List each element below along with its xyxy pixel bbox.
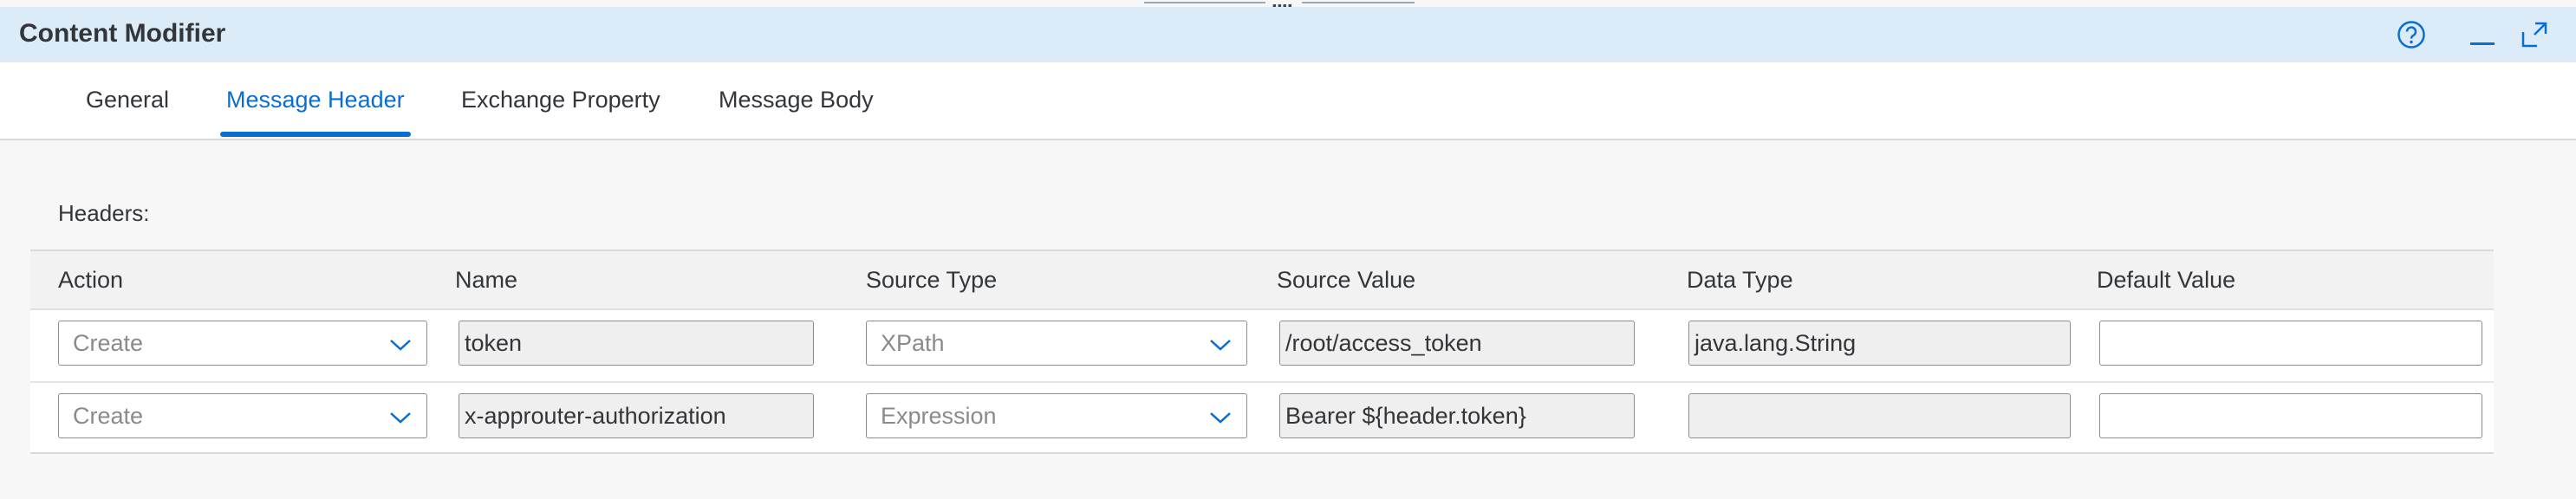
minimize-icon[interactable] [2467, 19, 2498, 50]
source-type-select[interactable]: XPath [866, 321, 1247, 366]
tab-exchange-property[interactable]: Exchange Property [461, 87, 660, 113]
help-icon[interactable] [2396, 19, 2427, 50]
name-field-value: token [465, 329, 523, 356]
tab-message-header[interactable]: Message Header [226, 87, 405, 113]
source-value-field-value: Bearer ${header.token} [1285, 402, 1526, 429]
column-header-default-value: Default Value [2097, 267, 2236, 293]
data-type-field[interactable] [1688, 393, 2071, 438]
panel-resize-handle[interactable]: ▪▪▪▪ [1144, 0, 1421, 12]
column-header-source-value: Source Value [1277, 267, 1416, 293]
panel-header: Content Modifier [0, 7, 2576, 62]
chevron-down-icon[interactable] [1208, 406, 1233, 433]
name-field[interactable]: token [459, 321, 814, 366]
source-value-field[interactable]: Bearer ${header.token} [1279, 393, 1635, 438]
column-header-name: Name [455, 267, 518, 293]
column-header-source-type: Source Type [866, 267, 998, 293]
data-type-field[interactable]: java.lang.String [1688, 321, 2071, 366]
table-row: Create x-approuter-authorization Express… [30, 383, 2494, 454]
handle-line-right [1302, 2, 1415, 3]
chevron-down-icon[interactable] [388, 334, 413, 360]
chevron-down-icon[interactable] [1208, 334, 1233, 360]
default-value-field[interactable] [2099, 393, 2482, 438]
name-field[interactable]: x-approuter-authorization [459, 393, 814, 438]
default-value-field[interactable] [2099, 321, 2482, 366]
headers-label: Headers: [58, 200, 150, 226]
source-value-field-value: /root/access_token [1285, 329, 1482, 356]
chevron-down-icon[interactable] [388, 406, 413, 433]
column-header-data-type: Data Type [1687, 267, 1793, 293]
handle-line-left [1144, 2, 1265, 3]
column-header-action: Action [58, 267, 124, 293]
tab-bar: General Message Header Exchange Property… [0, 62, 2576, 140]
action-select-value: Create [73, 402, 144, 429]
table-row: Create token XPath /root/access_token ja… [30, 310, 2494, 383]
data-type-field-value: java.lang.String [1695, 329, 1857, 356]
active-tab-indicator [220, 132, 411, 137]
name-field-value: x-approuter-authorization [465, 402, 726, 429]
action-select-value: Create [73, 329, 144, 356]
source-type-select-value: XPath [881, 329, 945, 356]
headers-table: Action Name Source Type Source Value Dat… [30, 250, 2494, 454]
source-value-field[interactable]: /root/access_token [1279, 321, 1635, 366]
expand-icon[interactable] [2519, 19, 2550, 50]
action-select[interactable]: Create [58, 321, 427, 366]
source-type-select-value: Expression [881, 402, 997, 429]
action-select[interactable]: Create [58, 393, 427, 438]
table-header-row: Action Name Source Type Source Value Dat… [30, 251, 2494, 310]
tab-message-body[interactable]: Message Body [719, 87, 874, 113]
panel-title: Content Modifier [19, 19, 226, 48]
tab-general[interactable]: General [86, 87, 169, 113]
source-type-select[interactable]: Expression [866, 393, 1247, 438]
